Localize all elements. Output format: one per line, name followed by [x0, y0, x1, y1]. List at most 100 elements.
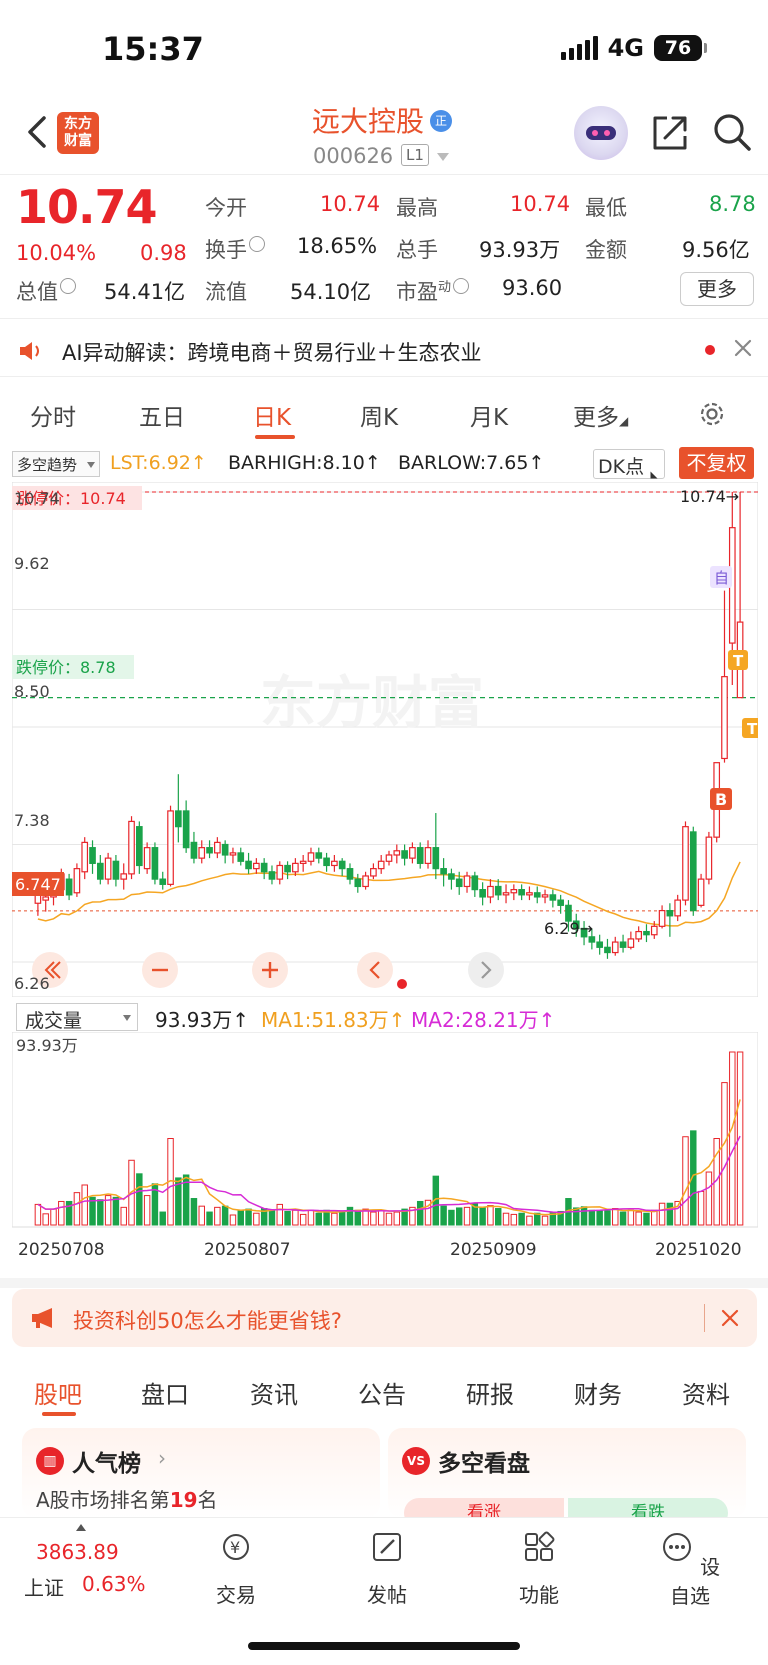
- volume-bar: [526, 1215, 533, 1226]
- volume-bar: [463, 1206, 471, 1226]
- active-tab-underline: [42, 1412, 76, 1416]
- ai-assistant-icon[interactable]: [574, 106, 628, 160]
- volume-bar: [198, 1205, 205, 1226]
- volume-bar: [276, 1203, 283, 1226]
- volume-bar: [143, 1195, 151, 1226]
- volume-bar: [190, 1198, 198, 1226]
- search-icon[interactable]: [712, 112, 752, 152]
- close-icon[interactable]: [733, 338, 753, 358]
- float-label: 流值: [205, 280, 247, 304]
- chevron-right-icon: ›: [158, 1446, 166, 1470]
- volume-bar: [120, 1206, 127, 1226]
- y-axis-label: 7.38: [14, 811, 50, 830]
- tab-daily-k[interactable]: 日K: [253, 398, 291, 432]
- volume-bar: [487, 1205, 494, 1226]
- volume-bar: [159, 1211, 166, 1226]
- barlow-value: BARLOW:7.65↑: [398, 452, 545, 474]
- close-icon[interactable]: [720, 1308, 740, 1328]
- more-button[interactable]: 更多: [680, 272, 754, 306]
- popularity-title: 人气榜: [72, 1451, 141, 1477]
- index-change[interactable]: 0.63%: [82, 1572, 146, 1596]
- info-icon[interactable]: [249, 236, 265, 252]
- high-label: 最高: [396, 196, 438, 220]
- tab-finance[interactable]: 财务: [574, 1375, 622, 1410]
- volume-indicator-select[interactable]: 成交量: [16, 1003, 138, 1032]
- zoom-in-button[interactable]: [252, 952, 288, 988]
- bullish-button[interactable]: 看涨: [404, 1498, 564, 1518]
- volume-bar: [370, 1211, 377, 1226]
- volume-bar: [385, 1212, 393, 1226]
- popularity-card[interactable]: ▥ 人气榜 › A股市场排名第19名: [22, 1428, 380, 1518]
- index-value[interactable]: 3863.89: [36, 1540, 119, 1564]
- next-button[interactable]: [468, 952, 504, 988]
- back-arrow-icon[interactable]: [22, 112, 52, 152]
- mktcap-value: 54.41亿: [104, 280, 186, 304]
- volume-bar: [50, 1208, 57, 1226]
- volume-bar: [58, 1200, 65, 1226]
- tab-pankou[interactable]: 盘口: [141, 1375, 189, 1410]
- index-name[interactable]: 上证: [24, 1572, 64, 1601]
- volume-bar: [619, 1211, 627, 1226]
- lst-value: LST:6.92↑: [110, 452, 207, 474]
- status-indicators: 4G 76: [560, 34, 707, 62]
- volume-value: 93.93万↑: [155, 1008, 250, 1032]
- gear-icon[interactable]: [697, 399, 727, 429]
- change-pct: 10.04%: [16, 241, 97, 265]
- candle: [128, 816, 135, 880]
- rank-text: A股市场排名第19名: [36, 1488, 218, 1512]
- candle: [73, 863, 81, 897]
- tab-intraday[interactable]: 分时: [30, 398, 76, 432]
- tab-profile[interactable]: 资料: [682, 1375, 730, 1410]
- promo-text[interactable]: 投资科创50怎么才能更省钱?: [73, 1305, 342, 1335]
- tab-monthly-k[interactable]: 月K: [470, 398, 508, 432]
- tab-research[interactable]: 研报: [466, 1375, 514, 1410]
- tab-five-day[interactable]: 五日: [139, 398, 185, 432]
- volume-bar: [658, 1202, 666, 1226]
- tab-announcements[interactable]: 公告: [358, 1375, 406, 1410]
- pe-label: 市盈动: [396, 276, 470, 306]
- volume-bar: [479, 1207, 486, 1226]
- volume-bar: [604, 1210, 611, 1226]
- volume-bar: [393, 1211, 401, 1226]
- volume-bar: [651, 1209, 658, 1226]
- share-icon[interactable]: [651, 114, 689, 152]
- info-icon[interactable]: [60, 278, 76, 294]
- volume-bar: [229, 1214, 237, 1226]
- divider: [0, 376, 768, 377]
- trade-icon: ¥: [223, 1534, 249, 1560]
- zoom-out-button[interactable]: [142, 952, 178, 988]
- indicator-select[interactable]: 多空趋势: [12, 451, 100, 477]
- volume-bar: [635, 1211, 642, 1226]
- candlestick-chart[interactable]: 东方财富 涨停价：10.74 跌停价：8.78 6.747 10.74→ 6.2…: [12, 482, 758, 997]
- volume-bar: [377, 1209, 385, 1226]
- tab-weekly-k[interactable]: 周K: [360, 398, 398, 432]
- volume-bar: [206, 1211, 213, 1226]
- ma1-value: MA1:51.83万↑: [261, 1008, 406, 1032]
- tab-more[interactable]: 更多◢: [573, 398, 628, 432]
- nav-functions[interactable]: 功能: [509, 1530, 569, 1608]
- ai-insight-text[interactable]: AI异动解读：跨境电商＋贸易行业＋生态农业: [62, 337, 482, 367]
- eastmoney-logo[interactable]: 东方 财富: [57, 112, 99, 154]
- volume-chart[interactable]: 93.93万 20250708 20250807 20250909 202510…: [12, 1032, 758, 1274]
- info-icon[interactable]: [453, 278, 470, 294]
- tab-guba[interactable]: 股吧: [34, 1375, 82, 1410]
- t-marker: T: [733, 652, 744, 670]
- nav-post[interactable]: 发帖: [357, 1530, 417, 1608]
- volume-bar: [221, 1205, 229, 1226]
- chevron-up-icon[interactable]: [76, 1524, 86, 1531]
- prev-button[interactable]: [357, 952, 393, 988]
- divider: [704, 1304, 705, 1332]
- candle: [104, 852, 112, 885]
- nav-trade[interactable]: ¥ 交易: [206, 1530, 266, 1608]
- tab-news[interactable]: 资讯: [250, 1375, 298, 1410]
- volume-bar: [307, 1209, 315, 1226]
- bull-bear-card[interactable]: VS 多空看盘 看涨 看跌: [388, 1428, 746, 1518]
- nav-add-watchlist[interactable]: 设自选: [654, 1530, 726, 1609]
- volume-value: 93.93万: [479, 238, 561, 262]
- dk-point-button[interactable]: DK点: [593, 449, 665, 479]
- level-badge[interactable]: L1: [401, 144, 429, 166]
- chevron-down-icon[interactable]: [437, 153, 449, 161]
- bearish-button[interactable]: 看跌: [568, 1498, 728, 1518]
- no-adjust-button[interactable]: 不复权: [679, 447, 754, 479]
- stock-name[interactable]: 远大控股: [312, 100, 424, 140]
